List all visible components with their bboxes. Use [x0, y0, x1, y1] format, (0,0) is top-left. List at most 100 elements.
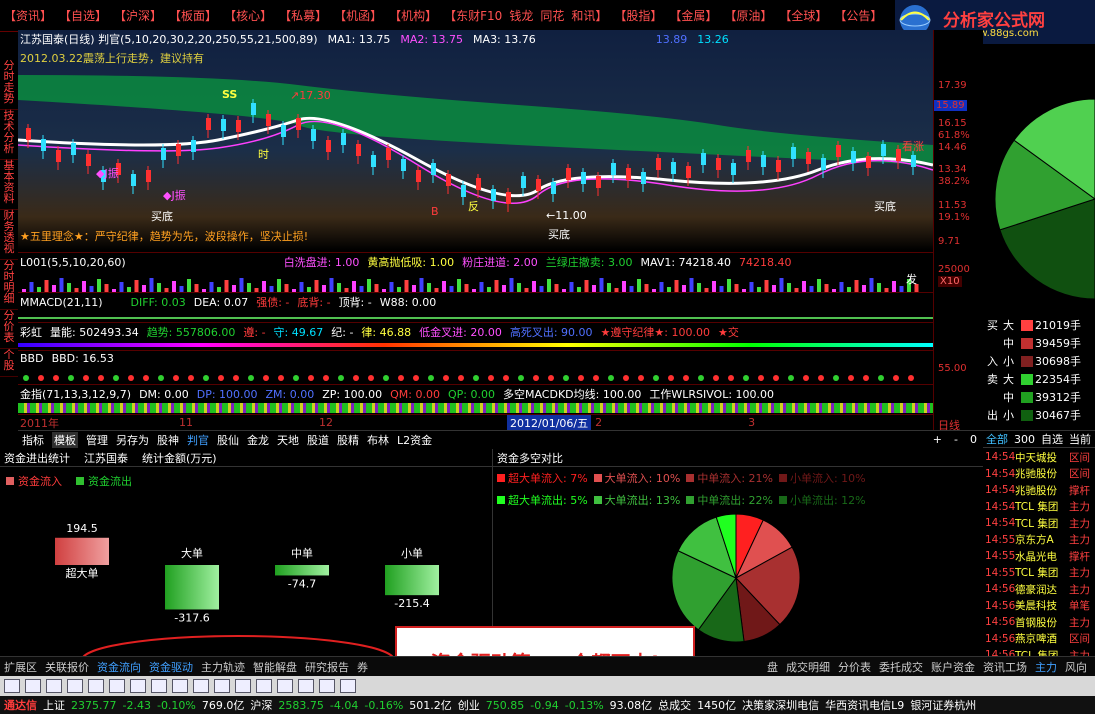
server-3[interactable]: 银河证券杭州: [910, 697, 976, 713]
left-tab[interactable]: 技术分析: [0, 110, 18, 160]
top-menu-item[interactable]: 【全球】: [779, 7, 827, 24]
bottom-tab-right[interactable]: 资讯工场: [983, 659, 1027, 675]
top-menu-item[interactable]: 【股指】: [614, 7, 662, 24]
time-axis[interactable]: 2011年 11 12 2012/01/06/五 2 3: [18, 414, 933, 431]
template-tab[interactable]: 指标: [22, 432, 44, 448]
template-tab[interactable]: 管理: [86, 432, 108, 448]
template-tab[interactable]: 股神: [157, 432, 179, 448]
chart-icon[interactable]: [46, 679, 62, 693]
top-menu-item[interactable]: 【私募】: [279, 7, 327, 24]
top-menu-item[interactable]: 【原油】: [724, 7, 772, 24]
main-kline-chart[interactable]: 江苏国泰(日线) 判官(5,10,20,30,2,20,250,55,21,50…: [18, 30, 933, 250]
news-item[interactable]: 14:56 德豪润达 主力: [983, 581, 1095, 598]
news-tab[interactable]: 自选: [1041, 431, 1063, 447]
news-tab[interactable]: 当前: [1069, 431, 1091, 447]
server-2[interactable]: 华西资讯电信L9: [825, 697, 904, 713]
left-tab[interactable]: 财务透视: [0, 210, 18, 260]
zoom-control[interactable]: +: [933, 433, 942, 446]
top-menu-item[interactable]: 【机函】: [334, 7, 382, 24]
bottom-tab-right[interactable]: 成交明细: [786, 659, 830, 675]
calc-icon[interactable]: [67, 679, 83, 693]
top-menu-item[interactable]: 【沪深】: [114, 7, 162, 24]
bottom-tab-right[interactable]: 委托成交: [879, 659, 923, 675]
template-tab[interactable]: 判官: [187, 432, 209, 448]
f10-icon[interactable]: [109, 679, 125, 693]
top-menu-item[interactable]: 【核心】: [224, 7, 272, 24]
news-item[interactable]: 14:56 燕京啤酒 区间: [983, 631, 1095, 648]
zoom-control[interactable]: -: [954, 433, 958, 446]
zoom-icon[interactable]: [319, 679, 335, 693]
indicator-mmacd[interactable]: MMACD(21,11) DIFF: 0.03 DEA: 0.07 强债: - 底背: …: [18, 292, 933, 322]
top-menu-item[interactable]: 和讯】: [571, 7, 607, 24]
news-item[interactable]: 14:55 TCL 集团 主力: [983, 565, 1095, 582]
top-menu-item[interactable]: 【公告】: [834, 7, 882, 24]
news-tab[interactable]: 300: [1014, 433, 1035, 446]
bottom-tab[interactable]: 主力轨迹: [201, 659, 245, 675]
grid2-icon[interactable]: [130, 679, 146, 693]
template-tab[interactable]: 股仙: [217, 432, 239, 448]
bottom-tab[interactable]: 关联报价: [45, 659, 89, 675]
top-menu-item[interactable]: 钱龙: [509, 7, 533, 24]
left-tab[interactable]: 分价表: [0, 310, 18, 349]
bottom-tab-right[interactable]: 盘: [767, 659, 778, 675]
news-item[interactable]: 14:56 首钢股份 主力: [983, 614, 1095, 631]
news-item[interactable]: 14:55 水晶光电 撑杆: [983, 548, 1095, 565]
top-menu-item[interactable]: 【金属】: [669, 7, 717, 24]
left-tab[interactable]: 基本资料: [0, 160, 18, 210]
news-tab[interactable]: 全部: [986, 431, 1008, 447]
bottom-tab-right[interactable]: 主力: [1035, 659, 1057, 675]
doc-icon[interactable]: [88, 679, 104, 693]
template-tab[interactable]: 金龙: [247, 432, 269, 448]
table2-icon[interactable]: [151, 679, 167, 693]
bottom-tab-right[interactable]: 账户资金: [931, 659, 975, 675]
template-tab[interactable]: 布林: [367, 432, 389, 448]
bottom-tab[interactable]: 智能解盘: [253, 659, 297, 675]
bottom-tab-right[interactable]: 分价表: [838, 659, 871, 675]
indicator-l001[interactable]: L001(5,5,10,20,60) 白洗盘进: 1.00 黄高抛低吸: 1.00 粉…: [18, 252, 933, 292]
f12-icon[interactable]: [172, 679, 188, 693]
left-tab[interactable]: 个股: [0, 349, 18, 377]
top-menu-item[interactable]: 【机构】: [389, 7, 437, 24]
left-tab[interactable]: 分时明细: [0, 260, 18, 310]
bottom-tab[interactable]: 资金流向: [97, 659, 141, 675]
kline-icon[interactable]: [277, 679, 293, 693]
grid-icon[interactable]: [4, 679, 20, 693]
news-item[interactable]: 14:54 兆驰股份 撑杆: [983, 482, 1095, 499]
bottom-tab[interactable]: 研究报告: [305, 659, 349, 675]
template-tab[interactable]: 模板: [52, 431, 78, 448]
top-menu-item[interactable]: 【东财F10: [444, 7, 502, 24]
ruler-icon[interactable]: [235, 679, 251, 693]
top-menu-item[interactable]: 【板面】: [169, 7, 217, 24]
server-1[interactable]: 决策家深圳电信: [742, 697, 819, 713]
news-item[interactable]: 14:55 京东方A 主力: [983, 532, 1095, 549]
candle-body: [611, 163, 616, 175]
sort-icon[interactable]: [214, 679, 230, 693]
news-item[interactable]: 14:54 TCL 集团 主力: [983, 515, 1095, 532]
news-item[interactable]: 14:54 兆驰股份 区间: [983, 466, 1095, 483]
indicator-jinzhi[interactable]: 金指(71,13,3,12,9,7) DM: 0.00 DP: 100.00 ZM: …: [18, 384, 933, 414]
top-menu-item[interactable]: 【自选】: [59, 7, 107, 24]
zoom-control[interactable]: 0: [970, 433, 977, 446]
move-icon[interactable]: [298, 679, 314, 693]
top-menu-item[interactable]: 【资讯】: [4, 7, 52, 24]
bottom-tab[interactable]: 券: [357, 659, 368, 675]
bottom-tab[interactable]: 扩展区: [4, 659, 37, 675]
pen-icon[interactable]: [340, 679, 356, 693]
top-menu-item[interactable]: 同花: [540, 7, 564, 24]
news-item[interactable]: 14:54 中天城投 区间: [983, 449, 1095, 466]
bottom-tab[interactable]: 资金驱动: [149, 659, 193, 675]
bar-icon[interactable]: [193, 679, 209, 693]
template-tab[interactable]: 另存为: [116, 432, 149, 448]
indicator-bbd[interactable]: BBD BBD: 16.53: [18, 350, 933, 384]
template-tab[interactable]: 股精: [337, 432, 359, 448]
news-item[interactable]: 14:56 美晨科技 单笔: [983, 598, 1095, 615]
bottom-tab-right[interactable]: 风向: [1065, 659, 1087, 675]
table-icon[interactable]: [25, 679, 41, 693]
template-tab[interactable]: 天地: [277, 432, 299, 448]
template-tab[interactable]: L2资金: [397, 432, 432, 448]
rsi-icon[interactable]: [256, 679, 272, 693]
left-tab[interactable]: 分时走势: [0, 60, 18, 110]
news-item[interactable]: 14:54 TCL 集团 主力: [983, 499, 1095, 516]
template-tab[interactable]: 股道: [307, 432, 329, 448]
indicator-rainbow[interactable]: 彩虹 量能: 502493.34 趋势: 557806.00 遵: - 守: 49.67…: [18, 322, 933, 350]
